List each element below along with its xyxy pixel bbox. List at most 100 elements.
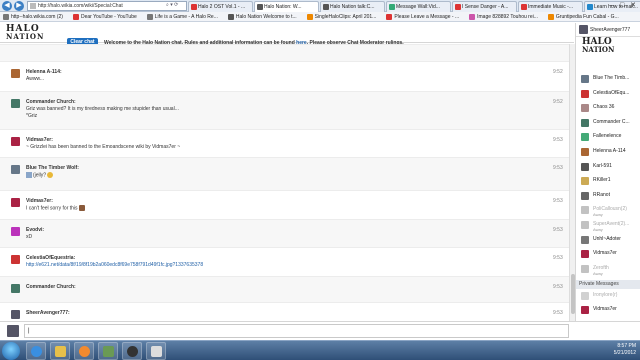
message-username[interactable]: Vidmas7er:	[26, 198, 53, 204]
message-avatar[interactable]	[11, 99, 20, 108]
clock-time: 8:57 PM	[617, 343, 636, 349]
system-tray-clock[interactable]: 8:57 PM 5/21/2012	[614, 343, 636, 357]
user-list-item[interactable]: Unhl~Adoter	[576, 234, 640, 246]
message-username[interactable]: Evodvi:	[26, 227, 44, 233]
forward-icon[interactable]: ▶	[14, 1, 24, 11]
address-bar-actions[interactable]: ⌕ ▾ ⟳	[166, 1, 178, 9]
user-list-item[interactable]: Karl-591	[576, 161, 640, 173]
message-username[interactable]: Helenna A-114:	[26, 69, 62, 75]
explorer-taskbar-icon[interactable]	[50, 342, 70, 360]
tab-favicon-icon	[455, 4, 461, 10]
user-list-item[interactable]: Vidmas7er	[576, 248, 640, 260]
user-list-item[interactable]: PoliCallousn(2) Away	[576, 204, 640, 217]
user-list-item[interactable]: Zerofth Away	[576, 263, 640, 276]
browser-tab[interactable]: Halo Nation: W...	[254, 1, 319, 12]
current-user-name: SheerAvenger777	[590, 27, 631, 33]
message-username[interactable]: SheerAvenger777:	[26, 310, 70, 316]
tab-label: Halo 2 OST Vol.1 - ...	[198, 4, 246, 10]
ie-taskbar-icon[interactable]	[26, 342, 46, 360]
current-user[interactable]: SheerAvenger777	[576, 23, 640, 37]
tab-label: Halo Nation talk:C...	[330, 4, 375, 10]
user-list-item[interactable]: SuperAvent(2)... Away	[576, 219, 640, 232]
tab-label: Halo Nation: W...	[264, 4, 302, 10]
favorite-icon	[306, 13, 313, 20]
message-avatar[interactable]	[11, 69, 20, 78]
user-avatar	[581, 292, 589, 300]
private-message-user[interactable]: Ironylore(r)	[576, 290, 640, 302]
message-text[interactable]: http://e621.net/data/8f/19/8f19b2a060edc…	[26, 262, 203, 268]
message-username[interactable]: Commander Church:	[26, 284, 76, 290]
favorite-label: Dear YouTube - YouTube	[80, 13, 137, 20]
chat-input[interactable]: |	[24, 324, 569, 338]
message-avatar[interactable]	[11, 165, 20, 174]
media-player-taskbar-icon[interactable]	[74, 342, 94, 360]
chat-message: Vidmas7er: 9:53 I can't feel sorry for thi…	[0, 190, 569, 219]
favorite-link[interactable]: Image 828892 Touhou rei...	[469, 13, 538, 20]
paint-taskbar-icon[interactable]	[146, 342, 166, 360]
tab-favicon-icon	[323, 4, 329, 10]
message-username[interactable]: CelestiaOfEquestria:	[26, 255, 75, 261]
message-time: 9:53	[553, 255, 563, 261]
windows-taskbar: 8:57 PM 5/21/2012	[0, 340, 640, 360]
halo-nation-logo[interactable]: HALO NATION	[6, 25, 44, 41]
message-avatar[interactable]	[11, 284, 20, 293]
back-icon[interactable]: ◀	[2, 1, 12, 11]
tab-favicon-icon	[521, 4, 527, 10]
message-text: ~ Grizzlei has been banned to the Emoand…	[26, 144, 181, 150]
message-avatar[interactable]	[11, 310, 20, 319]
favorite-label: Image 828892 Touhou rei...	[477, 13, 538, 20]
start-button[interactable]	[2, 342, 20, 360]
message-username[interactable]: Blue The Timber Wolf:	[26, 165, 79, 171]
app-taskbar-icon[interactable]	[98, 342, 118, 360]
user-list-item[interactable]: Blue The Timb...	[576, 73, 640, 85]
user-list-item[interactable]: Helenna A-114	[576, 146, 640, 158]
favorite-link[interactable]: Life is a Game - A Halo Re...	[146, 13, 218, 20]
favorite-link[interactable]: http--halo.wikia.com (2)	[3, 13, 63, 20]
private-message-user[interactable]: Vidmas7er	[576, 304, 640, 316]
favorite-link[interactable]: SingleHaloClips: April 201...	[306, 13, 376, 20]
favorite-link[interactable]: Dear YouTube - YouTube	[72, 13, 137, 20]
user-list-item[interactable]: Commander C...	[576, 117, 640, 129]
site-favicon-icon	[30, 3, 36, 9]
browser-tab[interactable]: I Sense Danger - A...	[452, 1, 517, 12]
favorite-icon	[547, 13, 554, 20]
user-list-item[interactable]: Fallenelence	[576, 131, 640, 143]
tab-favicon-icon	[257, 4, 263, 10]
private-messages-header: Private Messages	[576, 280, 640, 289]
user-name: CelestiaOfEqu...	[593, 89, 630, 96]
window-controls[interactable]: – □ ✕	[610, 1, 638, 9]
favorite-icon	[72, 13, 79, 20]
user-avatar	[581, 306, 589, 314]
browser-tab[interactable]: Halo 2 OST Vol.1 - ...	[188, 1, 253, 12]
steam-taskbar-icon[interactable]	[122, 342, 142, 360]
user-list-item[interactable]: RRanot	[576, 190, 640, 202]
address-bar[interactable]: http://halo.wikia.com/wiki/Special:Chat	[27, 1, 187, 11]
message-username[interactable]: Vidmas7er:	[26, 137, 53, 143]
user-list-item[interactable]: Chaos 36	[576, 102, 640, 114]
favorite-icon	[146, 13, 153, 20]
message-username[interactable]: Commander Church:	[26, 99, 76, 105]
user-list-item[interactable]: CelestiaOfEqu...	[576, 88, 640, 100]
chat-message: Vidmas7er: 9:53 ~ Grizzlei has been banned…	[0, 129, 569, 157]
user-avatar	[581, 264, 589, 273]
message-avatar[interactable]	[11, 198, 20, 207]
browser-tab[interactable]: Message Wall:Vid...	[386, 1, 451, 12]
user-name: Ironylore(r)	[593, 292, 618, 298]
message-text: *Griz	[26, 113, 38, 119]
favorite-label: Please Leave a Message - ...	[394, 13, 460, 20]
message-avatar[interactable]	[11, 227, 20, 236]
user-list-item[interactable]: RKiller1	[576, 175, 640, 187]
message-avatar[interactable]	[11, 137, 20, 146]
user-status: Away	[593, 270, 603, 276]
favorite-link[interactable]: Gruntipedia Fun Cabal - G...	[547, 13, 619, 20]
favorite-link[interactable]: Halo Nation Welcome to t...	[227, 13, 297, 20]
favorite-link[interactable]: Please Leave a Message - ...	[386, 13, 460, 20]
user-name: Commander C...	[593, 118, 630, 125]
message-time: 9:53	[553, 137, 563, 143]
user-name: Fallenelence	[593, 133, 622, 140]
browser-tab[interactable]: Halo Nation talk:C...	[320, 1, 385, 12]
chat-message: Commander Church: 9:53	[0, 276, 569, 302]
message-avatar[interactable]	[11, 255, 20, 264]
browser-tab[interactable]: Immediate Music -...	[518, 1, 583, 12]
user-name: RKiller1	[593, 177, 611, 184]
